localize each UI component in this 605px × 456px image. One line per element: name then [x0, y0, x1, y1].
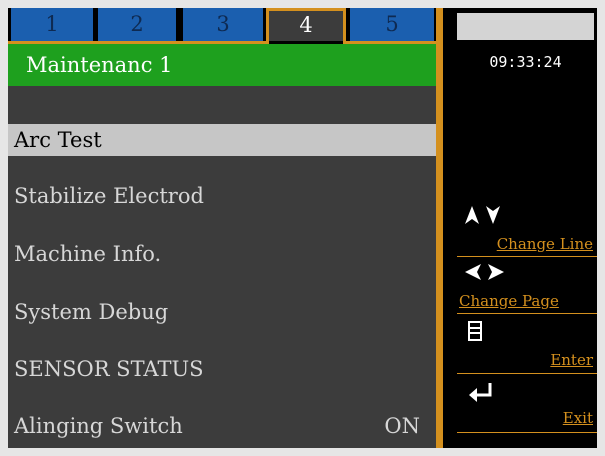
- document-icon: [468, 321, 482, 341]
- tab-5[interactable]: 5: [350, 8, 434, 41]
- menu-item-label: System Debug: [14, 300, 169, 324]
- tab-4-active[interactable]: 4: [266, 8, 346, 41]
- return-arrow-icon: [469, 383, 492, 402]
- menu-panel: Arc Test Stabilize Electrod Machine Info…: [8, 86, 436, 448]
- menu-item-stabilize-electrod[interactable]: Stabilize Electrod: [8, 180, 436, 212]
- menu-item-label: Machine Info.: [14, 242, 162, 266]
- status-box: [457, 13, 594, 40]
- device-screen: 1 2 3 4 5 Maintenanc 1 Arc Test Stabiliz…: [8, 8, 597, 448]
- menu-item-label: SENSOR STATUS: [14, 357, 204, 381]
- left-right-arrows-icon: [465, 264, 504, 280]
- menu-item-label: Arc Test: [14, 128, 102, 152]
- enter-hint[interactable]: Enter: [457, 351, 597, 374]
- menu-item-system-debug[interactable]: System Debug: [8, 296, 436, 328]
- change-page-hint[interactable]: Change Page: [457, 292, 597, 314]
- panel-divider: [436, 8, 443, 448]
- exit-hint[interactable]: Exit: [457, 409, 597, 433]
- menu-item-machine-info[interactable]: Machine Info.: [8, 238, 436, 270]
- menu-item-sensor-status[interactable]: SENSOR STATUS: [8, 353, 436, 385]
- menu-item-alinging-switch[interactable]: Alinging Switch ON: [8, 410, 436, 442]
- change-line-hint[interactable]: Change Line: [457, 235, 597, 257]
- tab-1[interactable]: 1: [11, 8, 93, 41]
- up-down-arrows-icon: [465, 206, 500, 224]
- tab-2[interactable]: 2: [98, 8, 176, 41]
- tab-3[interactable]: 3: [183, 8, 263, 41]
- menu-item-label: Stabilize Electrod: [14, 184, 204, 208]
- clock: 09:33:24: [489, 53, 562, 71]
- menu-item-arc-test[interactable]: Arc Test: [8, 124, 436, 156]
- page-title: Maintenanc 1: [8, 44, 436, 86]
- menu-item-label: Alinging Switch: [14, 414, 183, 438]
- switch-value: ON: [384, 414, 420, 438]
